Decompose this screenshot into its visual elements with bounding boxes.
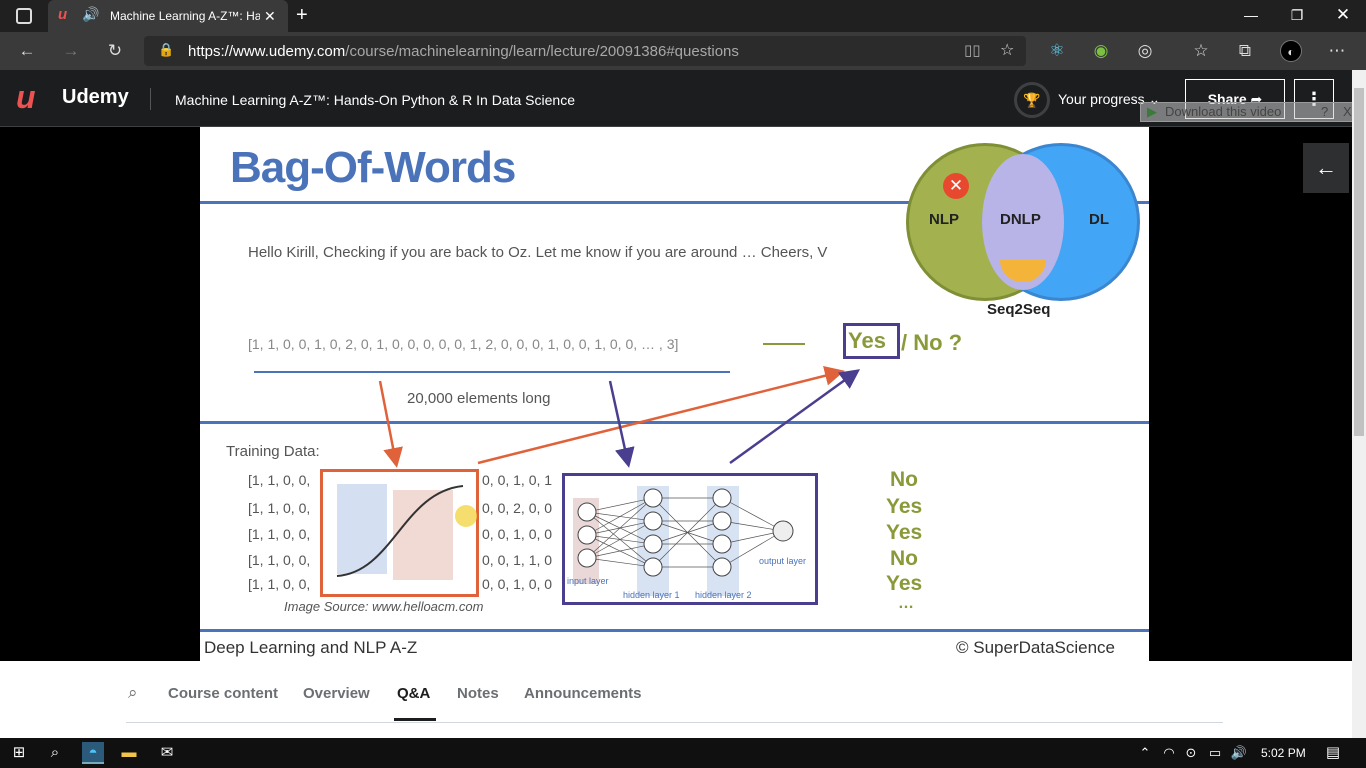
restore-button[interactable]: ❐: [1274, 0, 1320, 32]
volume-icon[interactable]: 🔊: [1228, 742, 1250, 764]
forward-icon[interactable]: →: [60, 40, 82, 62]
profile-avatar[interactable]: ◐: [1280, 40, 1302, 62]
play-icon: ▶: [1147, 104, 1157, 119]
lock-icon[interactable]: 🔒: [158, 42, 174, 58]
tray-chevron-icon[interactable]: ⌃: [1134, 742, 1156, 764]
trophy-icon[interactable]: 🏆: [1014, 82, 1050, 118]
windows-taskbar: ⊞ ⌕ ◓ ▬ ✉ ⌃ ◠ ⊙ ▭ 🔊 5:02 PM ▤: [0, 738, 1366, 768]
lecture-slide[interactable]: Bag-Of-Words Hello Kirill, Checking if y…: [200, 127, 1149, 661]
record-extension-icon[interactable]: ◎: [1134, 40, 1156, 62]
color-extension-icon[interactable]: ◉: [1090, 40, 1112, 62]
url-host: https://www.udemy.com: [188, 43, 346, 60]
network-icon[interactable]: ◠: [1158, 742, 1180, 764]
react-extension-icon[interactable]: ⚛: [1046, 40, 1068, 62]
add-favorite-icon[interactable]: ☆: [1000, 40, 1014, 60]
answer-item: Yes: [886, 521, 923, 544]
favorites-icon[interactable]: ☆: [1190, 40, 1212, 62]
minimize-button[interactable]: —: [1228, 0, 1274, 32]
mail-icon[interactable]: ✉: [156, 742, 178, 764]
close-window-button[interactable]: ✕: [1320, 0, 1366, 32]
taskbar-clock[interactable]: 5:02 PM: [1261, 746, 1306, 760]
footer-left: Deep Learning and NLP A-Z: [204, 638, 418, 657]
tab-overview[interactable]: Overview: [303, 685, 370, 702]
tab-course-content[interactable]: Course content: [168, 685, 278, 702]
answers-ellipsis: …: [898, 595, 914, 612]
udemy-logo-icon[interactable]: u: [16, 80, 36, 114]
address-bar[interactable]: 🔒 https://www.udemy.com/course/machinele…: [144, 36, 1026, 66]
new-tab-button[interactable]: +: [296, 4, 308, 27]
battery-icon[interactable]: ▭: [1204, 742, 1226, 764]
tabs-divider: [126, 722, 1223, 723]
browser-toolbar: ← → ↻ 🔒 https://www.udemy.com/course/mac…: [0, 32, 1366, 70]
edge-browser-icon[interactable]: ◓: [82, 742, 104, 764]
speaker-icon[interactable]: 🔊: [82, 6, 99, 23]
udemy-logo-text[interactable]: Udemy: [62, 86, 129, 109]
course-tabs: ⌕ Course content Overview Q&A Notes Anno…: [0, 661, 1352, 738]
close-overlay-icon[interactable]: X: [1343, 103, 1352, 121]
udemy-favicon-icon: u: [58, 6, 68, 23]
url-path: /course/machinelearning/learn/lecture/20…: [345, 43, 739, 60]
download-label: Download this video: [1165, 104, 1282, 119]
footer-rule: [200, 629, 1149, 632]
notifications-icon[interactable]: ▤: [1322, 742, 1344, 764]
answer-item: Yes: [886, 495, 923, 518]
vpn-icon[interactable]: ⊙: [1180, 742, 1202, 764]
slide-arrows: [378, 365, 861, 468]
browser-tab-strip: u 🔊 Machine Learning A-Z™: Ha ✕ + — ❐ ✕: [0, 0, 1366, 32]
browser-tab[interactable]: u 🔊 Machine Learning A-Z™: Ha ✕: [48, 0, 288, 32]
sidebar-toggle-arrow-icon[interactable]: ←: [1303, 143, 1349, 193]
course-title[interactable]: Machine Learning A-Z™: Hands-On Python &…: [175, 92, 575, 108]
tab-notes[interactable]: Notes: [457, 685, 499, 702]
reload-icon[interactable]: ↻: [104, 40, 126, 62]
header-divider: [150, 88, 151, 110]
page-scrollbar[interactable]: [1352, 70, 1366, 738]
reader-mode-icon[interactable]: ▯▯: [964, 41, 981, 59]
download-video-overlay[interactable]: ▶ Download this video ? X: [1140, 102, 1362, 122]
tab-title: Machine Learning A-Z™: Ha: [110, 9, 260, 23]
settings-menu-icon[interactable]: ⋯: [1326, 40, 1348, 62]
tab-actions-icon[interactable]: [16, 8, 32, 24]
active-tab-indicator: [394, 718, 436, 721]
tab-qa[interactable]: Q&A: [397, 685, 430, 702]
help-icon[interactable]: ?: [1321, 103, 1328, 121]
windows-start-icon[interactable]: ⊞: [8, 742, 30, 764]
file-explorer-icon[interactable]: ▬: [118, 742, 140, 764]
close-tab-icon[interactable]: ✕: [264, 8, 276, 25]
answer-item: Yes: [886, 572, 923, 595]
tab-announcements[interactable]: Announcements: [524, 685, 642, 702]
taskbar-search-icon[interactable]: ⌕: [44, 742, 66, 764]
scrollbar-thumb[interactable]: [1354, 88, 1364, 436]
progress-label: Your progress: [1058, 91, 1145, 107]
answer-item: No: [890, 547, 918, 570]
collections-icon[interactable]: ⧉: [1234, 40, 1256, 62]
back-icon[interactable]: ←: [16, 40, 38, 62]
answer-item: No: [890, 468, 918, 491]
footer-right: © SuperDataScience: [956, 638, 1116, 657]
search-icon[interactable]: ⌕: [128, 683, 138, 703]
